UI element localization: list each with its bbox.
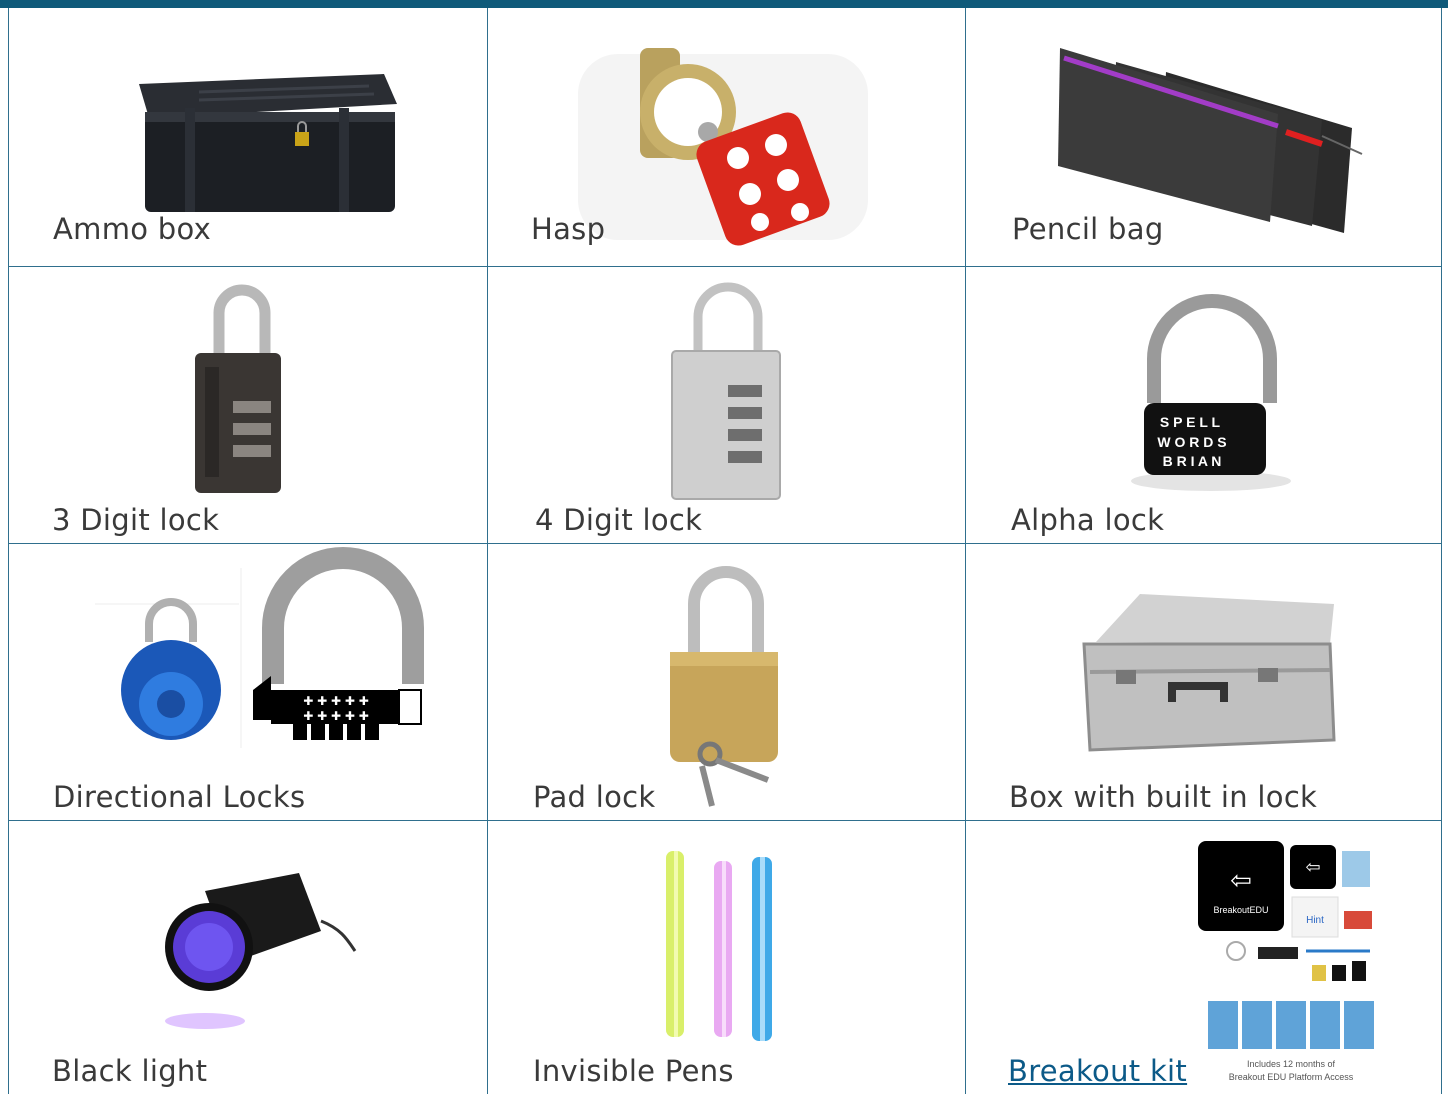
cell-box-with-lock: Box with built in lock xyxy=(966,544,1441,820)
directional-locks-image: ✚ ✚ ✚ ✚ ✚ ✚ ✚ ✚ ✚ ✚ xyxy=(95,547,424,748)
item-label: Hasp xyxy=(531,212,606,246)
svg-text:⇦: ⇦ xyxy=(1305,857,1320,878)
kit-caption-line1: Includes 12 months of xyxy=(1247,1059,1336,1069)
item-label: Ammo box xyxy=(53,212,212,246)
cell-4-digit-lock: 4 Digit lock xyxy=(488,267,965,543)
breakout-kit-link[interactable]: Breakout kit xyxy=(1008,1054,1187,1088)
cell-invisible-pens: Invisible Pens xyxy=(488,821,965,1094)
4-digit-lock-image xyxy=(671,282,781,500)
cell-hasp: Hasp xyxy=(488,8,965,266)
top-border-bar xyxy=(0,0,1448,8)
hint-card-text: Hint xyxy=(1306,915,1324,926)
item-label: Invisible Pens xyxy=(533,1054,734,1088)
cell-pencil-bag: Pencil bag xyxy=(966,8,1441,266)
item-label: Alpha lock xyxy=(1011,503,1165,537)
cell-directional-locks: ✚ ✚ ✚ ✚ ✚ ✚ ✚ ✚ ✚ ✚ Directional Locks xyxy=(9,544,487,820)
cell-ammo-box: Ammo box xyxy=(9,8,487,266)
locked-case-image xyxy=(1082,594,1336,752)
item-label: Box with built in lock xyxy=(1009,780,1318,814)
cell-3-digit-lock: 3 Digit lock xyxy=(9,267,487,543)
alpha-lock-row-3: B R I A N xyxy=(1163,453,1222,469)
cell-alpha-lock: S P E L L W O R D S B R I A N Alpha lock xyxy=(966,267,1441,543)
item-label: Black light xyxy=(52,1054,208,1088)
item-label: Pencil bag xyxy=(1012,212,1164,246)
pad-lock-image xyxy=(670,566,778,807)
supplies-grid: Ammo box Hasp Pencil bag 3 Digit lock 4 … xyxy=(8,8,1442,1094)
cell-black-light: Black light xyxy=(9,821,487,1094)
alpha-lock-image: S P E L L W O R D S B R I A N xyxy=(1131,294,1291,491)
item-label: Directional Locks xyxy=(53,780,306,814)
item-label: Pad lock xyxy=(533,780,656,814)
kit-caption-line2: Breakout EDU Platform Access xyxy=(1229,1072,1354,1082)
item-label: 3 Digit lock xyxy=(52,503,220,537)
item-label: 4 Digit lock xyxy=(535,503,703,537)
breakout-brand: BreakoutEDU xyxy=(1213,905,1268,915)
alpha-lock-row-2: W O R D S xyxy=(1157,434,1226,450)
cell-pad-lock: Pad lock xyxy=(488,544,965,820)
svg-text:✚ ✚ ✚ ✚ ✚: ✚ ✚ ✚ ✚ ✚ xyxy=(303,709,369,723)
3-digit-lock-image xyxy=(195,284,281,493)
alpha-lock-row-1: S P E L L xyxy=(1160,414,1221,430)
svg-text:✚ ✚ ✚ ✚ ✚: ✚ ✚ ✚ ✚ ✚ xyxy=(303,694,369,708)
exit-icon: ⇦ xyxy=(1230,866,1252,896)
cell-breakout-kit: ⇦ BreakoutEDU ⇦ Hint Includes 12 months … xyxy=(966,821,1441,1094)
